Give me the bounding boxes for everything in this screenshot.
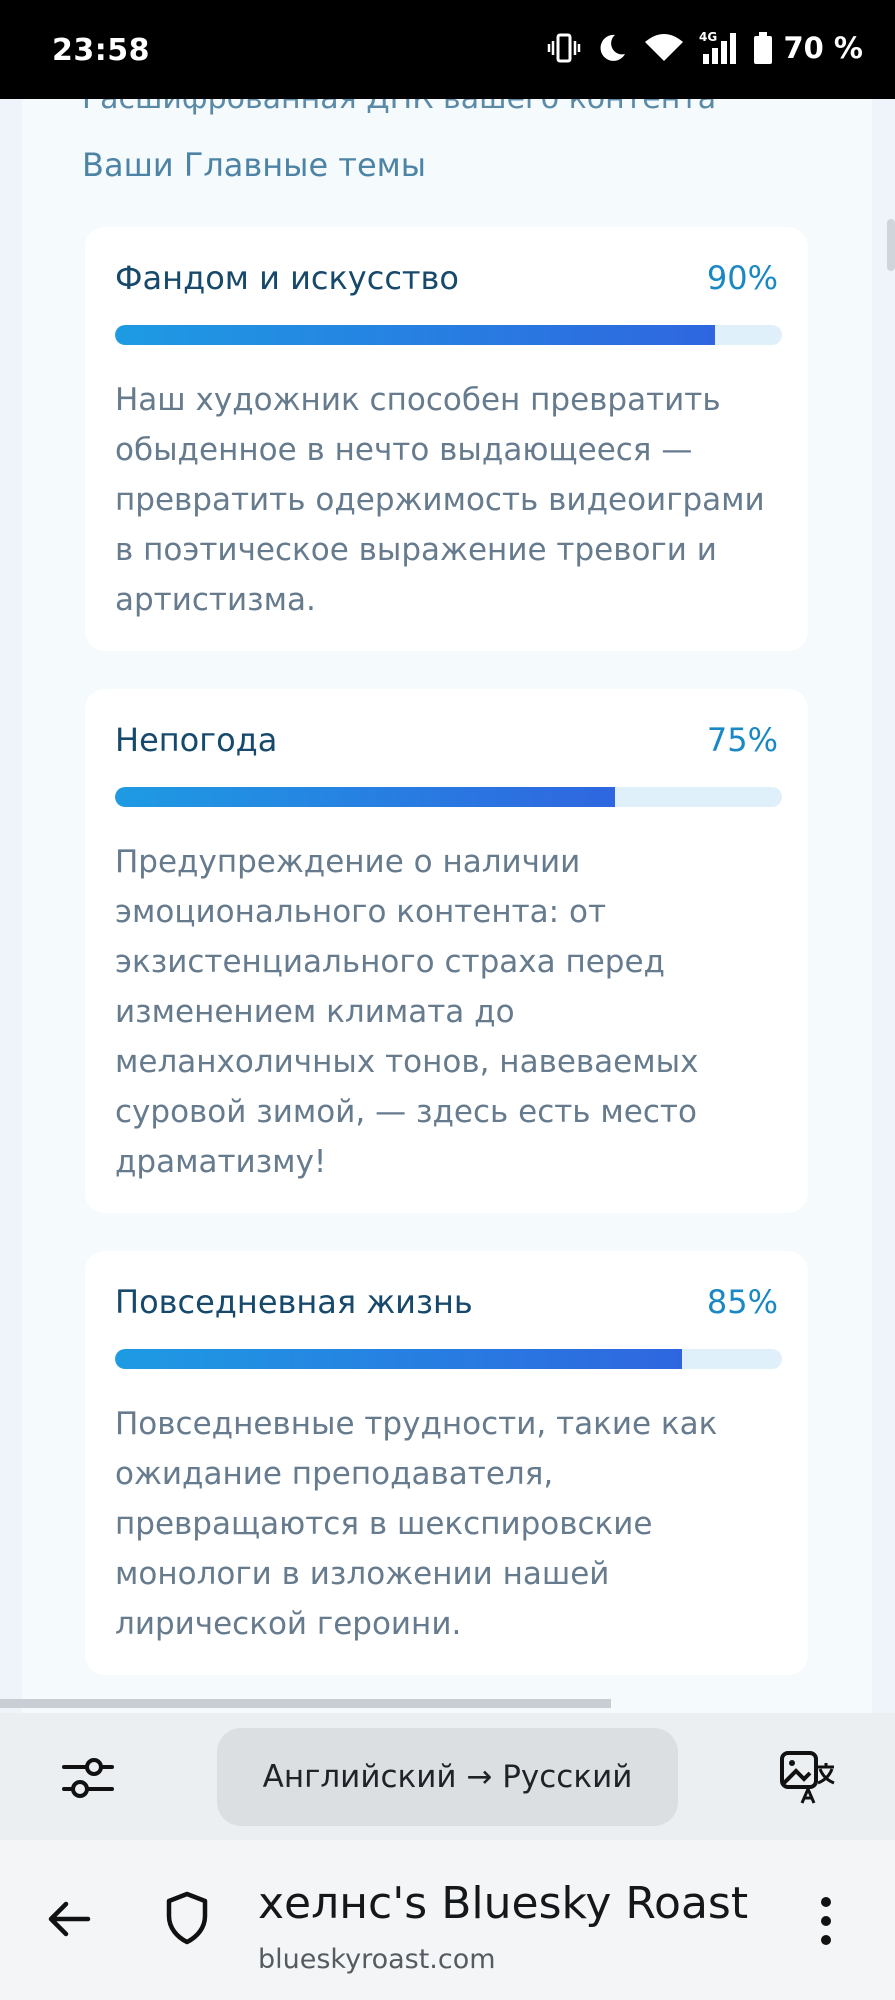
status-time: 23:58 bbox=[52, 33, 150, 68]
topic-percent: 85% bbox=[706, 1283, 778, 1321]
back-arrow-icon[interactable] bbox=[46, 1896, 92, 1946]
status-icons: 4G 70 % bbox=[547, 30, 863, 66]
topic-title: Непогода bbox=[115, 721, 278, 759]
topic-progress-fill bbox=[115, 787, 616, 807]
signal-icon: 4G bbox=[699, 30, 739, 66]
topic-title: Повседневная жизнь bbox=[115, 1283, 473, 1321]
language-pair-label: Английский → Русский bbox=[262, 1759, 633, 1795]
topic-progress-fill bbox=[115, 325, 716, 345]
page-domain[interactable]: blueskyroast.com bbox=[258, 1944, 496, 1975]
translate-bar: Английский → Русский bbox=[0, 1713, 895, 1840]
vertical-scrollbar[interactable] bbox=[887, 219, 895, 271]
topic-card: Повседневная жизнь 85% Повседневные труд… bbox=[85, 1251, 808, 1675]
settings-sliders-icon[interactable] bbox=[60, 1753, 116, 1807]
battery-icon bbox=[753, 31, 773, 65]
horizontal-scrollbar[interactable] bbox=[0, 1699, 611, 1708]
battery-percent: 70 % bbox=[783, 31, 863, 65]
topic-progress-track bbox=[115, 787, 782, 807]
wifi-icon bbox=[643, 31, 685, 65]
topic-progress-track bbox=[115, 325, 782, 345]
topic-card: Непогода 75% Предупреждение о наличии эм… bbox=[85, 689, 808, 1213]
topic-description: Наш художник способен превратить обыденн… bbox=[115, 382, 765, 618]
section-title: Ваши Главные темы bbox=[82, 146, 427, 184]
shield-icon[interactable] bbox=[164, 1890, 210, 1950]
topic-description: Предупреждение о наличии эмоционального … bbox=[115, 844, 699, 1180]
section-subtitle: Расшифрованная ДНК вашего контента bbox=[82, 99, 716, 116]
topic-description: Повседневные трудности, такие как ожидан… bbox=[115, 1406, 718, 1642]
browser-url-bar: хелнс's Bluesky Roast blueskyroast.com bbox=[0, 1840, 895, 2000]
topic-percent: 90% bbox=[706, 259, 778, 297]
topic-progress-fill bbox=[115, 1349, 682, 1369]
topic-progress-track bbox=[115, 1349, 782, 1369]
image-translate-icon[interactable] bbox=[778, 1749, 838, 1809]
translation-language-button[interactable]: Английский → Русский bbox=[217, 1728, 678, 1826]
page-title[interactable]: хелнс's Bluesky Roast bbox=[258, 1878, 748, 1929]
web-page[interactable]: Расшифрованная ДНК вашего контента Ваши … bbox=[0, 99, 895, 1713]
network-type: 4G bbox=[699, 30, 717, 44]
status-bar: 23:58 4G 70 % bbox=[0, 0, 895, 99]
topic-title: Фандом и искусство bbox=[115, 259, 459, 297]
moon-icon bbox=[595, 31, 629, 65]
topic-card: Фандом и искусство 90% Наш художник спос… bbox=[85, 227, 808, 651]
vibrate-icon bbox=[547, 31, 581, 65]
more-menu-icon[interactable] bbox=[818, 1896, 834, 1950]
topic-percent: 75% bbox=[706, 721, 778, 759]
